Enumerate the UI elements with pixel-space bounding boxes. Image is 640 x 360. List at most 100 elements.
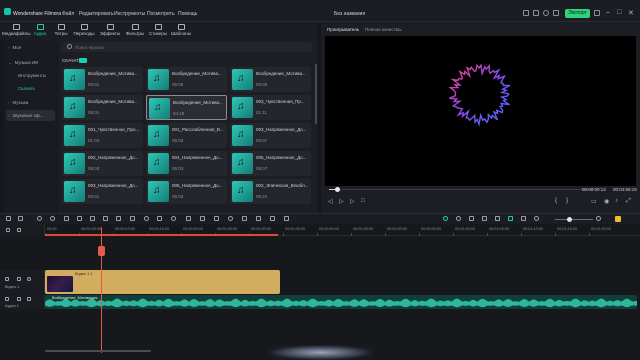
layout-icon[interactable] bbox=[6, 216, 11, 221]
tab-effects[interactable]: Эффекты bbox=[96, 23, 124, 37]
library-scrollbar[interactable] bbox=[315, 64, 317, 124]
play-icon[interactable]: ▷ bbox=[350, 198, 355, 205]
audio-card[interactable]: ♫ 001_Расслабленная_В... 05:03 bbox=[146, 123, 227, 148]
menu-tools[interactable]: Инструменты bbox=[114, 11, 145, 17]
audio-card[interactable]: ♫ 005_Напряженное_До... 05:07 bbox=[230, 151, 311, 176]
monitor-icon[interactable]: ▭ bbox=[591, 198, 597, 205]
grid-view-icon[interactable] bbox=[615, 216, 621, 222]
menu-help[interactable]: Помощь bbox=[178, 11, 197, 17]
cut-icon[interactable] bbox=[77, 216, 82, 221]
image-icon[interactable] bbox=[508, 216, 513, 221]
keyframe-icon[interactable] bbox=[214, 216, 219, 221]
close-icon[interactable]: ✕ bbox=[628, 9, 634, 17]
split-icon[interactable] bbox=[103, 216, 108, 221]
delete-icon[interactable] bbox=[64, 216, 69, 221]
volume-icon[interactable]: ♪ bbox=[615, 198, 618, 204]
audio-card[interactable]: ♫ 002_Эпическая_Влюбл... 05:24 bbox=[230, 179, 311, 204]
add-track-icon[interactable] bbox=[6, 228, 10, 232]
sidebar-item-tools[interactable]: Инструменты bbox=[18, 73, 46, 78]
tab-player[interactable]: Проигрыватель bbox=[327, 27, 359, 32]
voice-icon[interactable] bbox=[256, 216, 261, 221]
select-icon[interactable] bbox=[18, 216, 23, 221]
playhead-handle[interactable] bbox=[98, 246, 105, 256]
cloud-icon[interactable] bbox=[533, 10, 539, 16]
quality-dropdown[interactable]: Полное качество bbox=[365, 27, 400, 32]
zoom-slider-handle[interactable] bbox=[567, 217, 572, 222]
crop-icon[interactable] bbox=[130, 216, 135, 221]
lock-icon[interactable] bbox=[17, 277, 21, 281]
mask-icon[interactable] bbox=[284, 216, 289, 221]
search-input[interactable] bbox=[75, 43, 275, 51]
snapshot-icon[interactable]: ◉ bbox=[604, 198, 609, 205]
sidebar-item-ai-music[interactable]: ⌄ Музыка ИИ bbox=[8, 60, 38, 66]
video-preview[interactable] bbox=[325, 36, 636, 186]
eye-icon[interactable] bbox=[27, 277, 31, 281]
rotate-icon[interactable] bbox=[144, 216, 149, 221]
list-icon[interactable] bbox=[495, 216, 500, 221]
audio-card[interactable]: ♫ Возбуждение_Мотива... 05:05 bbox=[230, 67, 311, 92]
progress-handle[interactable] bbox=[334, 187, 340, 192]
info-icon[interactable] bbox=[543, 10, 549, 16]
mark-in-icon[interactable]: { bbox=[555, 198, 557, 204]
sticker-icon[interactable] bbox=[270, 216, 275, 221]
audio-card[interactable]: ♫ Возбуждение_Мотива... 05:01 bbox=[62, 95, 143, 120]
audio-card[interactable]: ♫ 003_Напряженное_До... 05:01 bbox=[62, 179, 143, 204]
crop-icon[interactable] bbox=[186, 216, 191, 221]
fit-icon[interactable] bbox=[242, 216, 247, 221]
color-icon[interactable] bbox=[157, 216, 162, 221]
sidebar-item-download[interactable]: Скачать bbox=[18, 86, 35, 91]
play-icon[interactable]: ▷ bbox=[339, 198, 344, 205]
audio-card[interactable]: ♫ 001_Чувственное_Про... 01:04 bbox=[62, 123, 143, 148]
menu-edit[interactable]: Редактировать bbox=[79, 11, 114, 17]
sidebar-item-mine[interactable]: › Мое bbox=[8, 45, 21, 50]
ai-icon[interactable] bbox=[443, 216, 448, 221]
shield-icon[interactable] bbox=[469, 216, 474, 221]
audio-card[interactable]: ♫ Возбуждение_Мотива... 04:18 bbox=[146, 95, 227, 120]
menu-file[interactable]: Файл bbox=[62, 11, 74, 17]
sidebar-item-music[interactable]: › Музыка bbox=[8, 100, 28, 105]
stop-icon[interactable]: □ bbox=[361, 198, 365, 204]
audio-card[interactable]: ♫ 003_Напряженное_До... 05:07 bbox=[230, 123, 311, 148]
chevron-down-icon[interactable]: ⌄ bbox=[399, 27, 403, 33]
gift-icon[interactable] bbox=[553, 10, 559, 16]
zoom-slider[interactable] bbox=[555, 219, 593, 220]
timeline-scrollbar[interactable] bbox=[45, 350, 151, 352]
fullscreen-icon[interactable]: ⤢ bbox=[626, 198, 631, 205]
mic-icon[interactable] bbox=[482, 216, 487, 221]
prev-frame-icon[interactable]: ◁ bbox=[328, 198, 333, 205]
speed-icon[interactable] bbox=[171, 216, 176, 221]
menu-view[interactable]: Посмотреть bbox=[147, 11, 175, 17]
audio-card[interactable]: ♫ 002_Напряженное_До... 05:03 bbox=[62, 151, 143, 176]
audio-card[interactable]: ♫ 005_Напряженное_До... 05:03 bbox=[146, 179, 227, 204]
layout-icon[interactable] bbox=[594, 10, 600, 16]
tab-transitions[interactable]: Переходы bbox=[70, 23, 98, 37]
volume-icon[interactable] bbox=[27, 297, 31, 301]
audio-card[interactable]: ♫ 004_Напряженное_До... 05:03 bbox=[146, 151, 227, 176]
sidebar-item-sound-effects[interactable]: › Звуковые эф... bbox=[8, 113, 43, 118]
work-area-bar[interactable] bbox=[45, 234, 278, 236]
layers-icon[interactable] bbox=[521, 216, 526, 221]
audio-icon[interactable] bbox=[200, 216, 205, 221]
minimize-icon[interactable]: – bbox=[606, 9, 610, 16]
player-progress[interactable] bbox=[329, 187, 595, 192]
timer-icon[interactable] bbox=[228, 216, 233, 221]
audio-card[interactable]: ♫ Возбуждение_Мотива... 05:01 bbox=[62, 67, 143, 92]
crop-icon[interactable] bbox=[90, 216, 95, 221]
maximize-icon[interactable]: □ bbox=[617, 9, 621, 16]
video-clip[interactable]: Видео 1 1 bbox=[45, 270, 280, 294]
redo-icon[interactable] bbox=[50, 216, 55, 221]
lock-icon[interactable] bbox=[17, 297, 21, 301]
tab-templates[interactable]: Шаблоны bbox=[167, 23, 195, 37]
link-icon[interactable] bbox=[17, 228, 21, 232]
audio-card[interactable]: ♫ Возбуждение_Мотива... 05:05 bbox=[146, 67, 227, 92]
zoom-in-icon[interactable] bbox=[596, 216, 601, 221]
audio-clip[interactable]: Возбуждение_Мотивация... bbox=[45, 295, 637, 309]
undo-icon[interactable] bbox=[37, 216, 42, 221]
zoom-out-icon[interactable] bbox=[534, 216, 539, 221]
text-icon[interactable] bbox=[116, 216, 121, 221]
settings-icon[interactable] bbox=[456, 216, 461, 221]
export-button[interactable]: Экспорт bbox=[565, 9, 590, 18]
mark-out-icon[interactable]: } bbox=[566, 198, 568, 204]
audio-card[interactable]: ♫ 003_Чувственная_Пр... 01:11 bbox=[230, 95, 311, 120]
feedback-icon[interactable] bbox=[523, 10, 529, 16]
